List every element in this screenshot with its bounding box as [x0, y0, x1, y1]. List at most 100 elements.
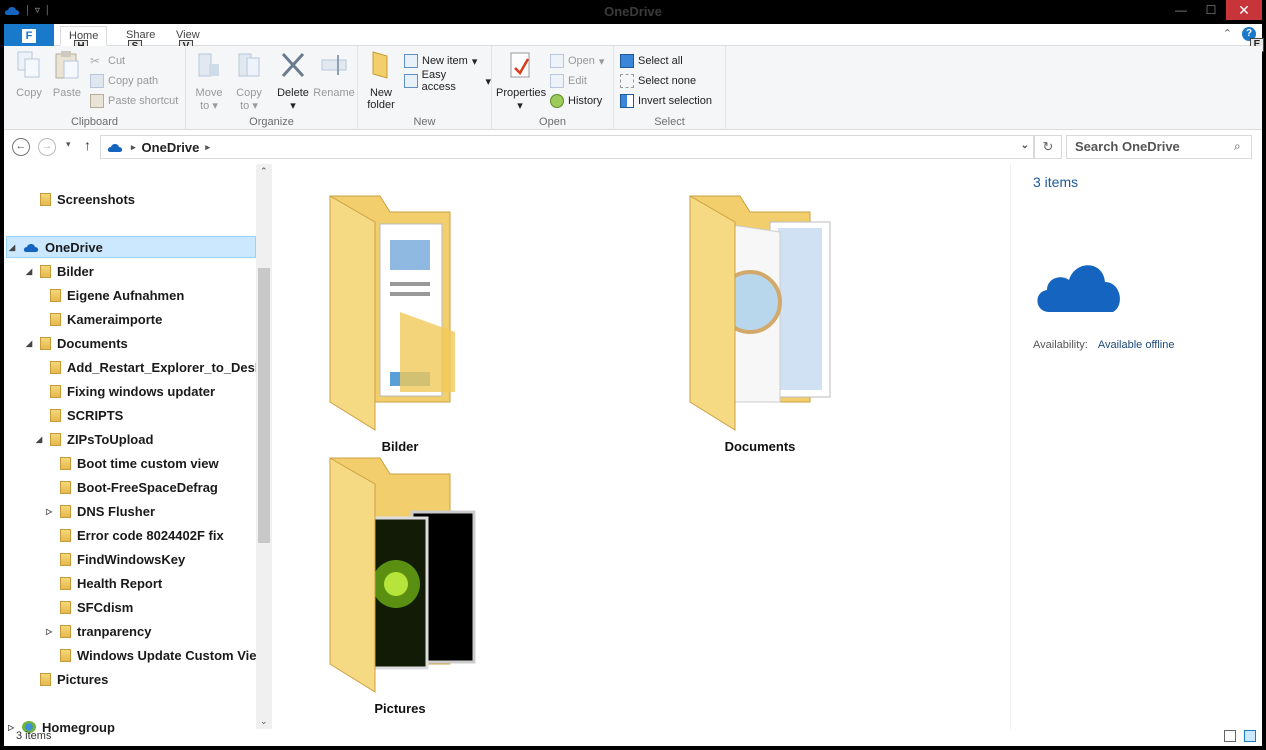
nav-item-zipstoupload[interactable]: ◢ ZIPsToUpload: [36, 428, 256, 450]
select-group-label: Select: [654, 116, 685, 128]
cut-button[interactable]: ✂ Cut: [90, 52, 125, 70]
address-dropdown-icon[interactable]: ⌄: [1021, 140, 1029, 151]
folder-icon: [50, 360, 61, 374]
refresh-icon[interactable]: ↻: [1034, 135, 1062, 159]
open-button[interactable]: Open ▾: [550, 52, 604, 70]
nav-item-findwindowskey[interactable]: FindWindowsKey: [46, 548, 256, 570]
edit-button[interactable]: Edit: [550, 72, 587, 90]
collapse-arrow-icon[interactable]: ◢: [26, 339, 34, 348]
large-icons-view-icon[interactable]: [1244, 730, 1256, 742]
delete-button[interactable]: Delete ▾: [274, 50, 312, 112]
breadcrumb-chevron-icon[interactable]: ▸: [205, 142, 210, 153]
easy-access-button[interactable]: Easy access ▾: [404, 69, 491, 93]
back-arrow-icon[interactable]: ←: [12, 138, 30, 156]
properties-button[interactable]: Properties ▾: [496, 50, 546, 112]
collapse-ribbon-icon[interactable]: ⌃: [1223, 27, 1232, 41]
paste-button[interactable]: Paste: [48, 50, 86, 99]
nav-item-windows-update-custom-view[interactable]: Windows Update Custom View: [46, 644, 256, 666]
cut-label: Cut: [108, 55, 126, 67]
move-to-button[interactable]: Move to ▾: [190, 50, 228, 112]
delete-x-icon: [281, 52, 305, 78]
breadcrumb-onedrive[interactable]: OneDrive: [142, 140, 200, 155]
nav-item-sfcdism[interactable]: SFCdism: [46, 596, 256, 618]
folder-label: Bilder: [381, 439, 419, 454]
recent-locations-icon[interactable]: ▾: [66, 139, 71, 150]
details-view-icon[interactable]: [1224, 730, 1236, 742]
details-pane: 3 items Availability: Available offline: [1010, 164, 1262, 729]
select-none-button[interactable]: Select none: [620, 72, 696, 90]
new-folder-button[interactable]: New folder: [362, 50, 400, 111]
scroll-up-icon[interactable]: ⌃: [260, 166, 268, 177]
navigation-pane: Screenshots ◢ OneDrive ◢ Bilder Eigene Aufnah…: [4, 164, 272, 735]
minimize-button[interactable]: —: [1166, 0, 1196, 20]
invert-selection-button[interactable]: Invert selection: [620, 92, 712, 110]
file-tab[interactable]: F: [4, 24, 54, 46]
nav-item-health-report[interactable]: Health Report: [46, 572, 256, 594]
nav-item-dns-flusher[interactable]: ▷ DNS Flusher: [46, 500, 256, 522]
folder-icon: [50, 432, 61, 446]
nav-item-tranparency[interactable]: ▷ tranparency: [46, 620, 256, 642]
nav-scrollbar[interactable]: ⌃ ⌄: [256, 164, 272, 729]
folder-documents[interactable]: Documents: [680, 192, 840, 454]
open-label: Open: [568, 55, 595, 67]
open-icon: [550, 54, 564, 68]
collapse-arrow-icon[interactable]: ◢: [9, 243, 17, 252]
new-item-button[interactable]: New item ▾: [404, 52, 477, 70]
paste-label: Paste: [52, 87, 82, 99]
nav-item-pictures[interactable]: Pictures: [26, 668, 256, 690]
file-list: Bilder Documents Pictures: [272, 164, 1010, 729]
nav-item-scripts[interactable]: SCRIPTS: [36, 404, 256, 426]
folder-pictures[interactable]: Pictures: [320, 454, 480, 716]
nav-item-screenshots[interactable]: Screenshots: [26, 188, 256, 210]
nav-item-add-restart-explorer-to-desktop[interactable]: Add_Restart_Explorer_to_Desktop: [36, 356, 256, 378]
select-none-label: Select none: [638, 75, 697, 87]
expand-arrow-icon[interactable]: ▷: [46, 507, 54, 516]
copy-button[interactable]: Copy: [10, 50, 48, 99]
collapse-arrow-icon[interactable]: ◢: [36, 435, 44, 444]
nav-item-label: Eigene Aufnahmen: [67, 287, 185, 303]
copy-path-label: Copy path: [108, 75, 159, 87]
scroll-thumb[interactable]: [258, 268, 270, 543]
up-arrow-icon[interactable]: ↑: [84, 137, 91, 153]
file-keytip: F: [22, 29, 36, 43]
availability-value[interactable]: Available offline: [1098, 339, 1175, 351]
nav-item-onedrive[interactable]: ◢ OneDrive: [6, 236, 256, 258]
nav-item-boot-time-custom-view[interactable]: Boot time custom view: [46, 452, 256, 474]
history-button[interactable]: History: [550, 92, 602, 110]
window-title: OneDrive: [604, 4, 662, 19]
copy-to-button[interactable]: Copy to ▾: [230, 50, 268, 112]
nav-item-fixing-windows-updater[interactable]: Fixing windows updater: [36, 380, 256, 402]
search-input[interactable]: Search OneDrive: [1066, 135, 1252, 159]
nav-item-eigene-aufnahmen[interactable]: Eigene Aufnahmen: [36, 284, 256, 306]
expand-arrow-icon[interactable]: ▷: [46, 627, 54, 636]
forward-arrow-icon[interactable]: →: [38, 138, 56, 156]
nav-item-boot-freespacedefrag[interactable]: Boot-FreeSpaceDefrag: [46, 476, 256, 498]
close-button[interactable]: ✕: [1226, 0, 1262, 20]
rename-button[interactable]: Rename: [312, 50, 356, 99]
window-body: F Home Share View H S V ⌃ ? E Copy: [4, 24, 1264, 746]
documents-folder-icon: [329, 195, 455, 431]
folder-icon: [60, 624, 71, 638]
history-icon: [550, 94, 564, 108]
select-all-button[interactable]: Select all: [620, 52, 683, 70]
new-item-icon: [404, 54, 418, 68]
folder-icon: [60, 504, 71, 518]
folder-bilder[interactable]: Bilder: [320, 192, 480, 454]
address-bar[interactable]: ▸ OneDrive ▸ ⌄: [100, 135, 1034, 159]
nav-item-error-code-8024402f-fix[interactable]: Error code 8024402F fix: [46, 524, 256, 546]
nav-item-label: Error code 8024402F fix: [77, 527, 224, 543]
new-folder-icon: [372, 51, 388, 79]
copy-path-button[interactable]: Copy path: [90, 72, 158, 90]
nav-item-bilder[interactable]: ◢ Bilder: [26, 260, 256, 282]
paste-shortcut-button[interactable]: Paste shortcut: [90, 92, 178, 110]
collapse-arrow-icon[interactable]: ◢: [26, 267, 34, 276]
nav-item-label: tranparency: [77, 623, 152, 639]
folder-icon: [60, 480, 71, 494]
maximize-button[interactable]: ☐: [1196, 0, 1226, 20]
status-item-count: 3 items: [16, 730, 52, 742]
nav-item-documents[interactable]: ◢ Documents: [26, 332, 256, 354]
nav-item-kameraimporte[interactable]: Kameraimporte: [36, 308, 256, 330]
breadcrumb-chevron-icon[interactable]: ▸: [131, 142, 136, 153]
rename-label: Rename: [313, 87, 355, 99]
search-icon[interactable]: ⌕: [1234, 139, 1241, 154]
